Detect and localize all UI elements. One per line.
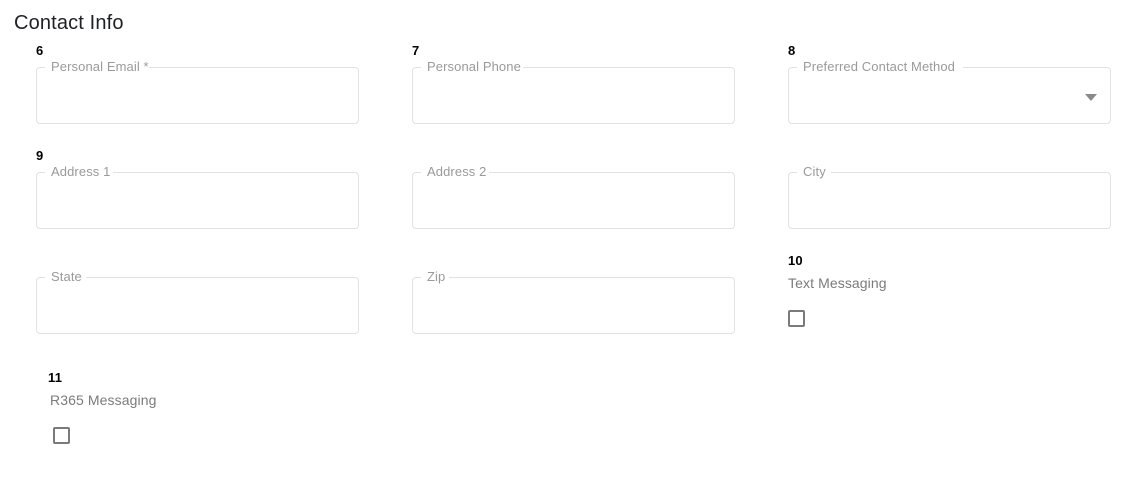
state-field[interactable]: State — [36, 269, 359, 334]
annotation-badge-6: 6 — [36, 43, 44, 58]
zip-field[interactable]: Zip — [412, 269, 735, 334]
page-title: Contact Info — [14, 12, 124, 34]
text-messaging-group: 10 Text Messaging — [788, 254, 1111, 327]
address-1-input[interactable] — [36, 172, 359, 229]
annotation-badge-9: 9 — [36, 148, 44, 163]
form-row-4: 11 R365 Messaging — [0, 359, 1147, 464]
r365-messaging-label: R365 Messaging — [50, 392, 157, 408]
address-2-input[interactable] — [412, 172, 735, 229]
r365-messaging-checkbox[interactable] — [53, 427, 70, 444]
annotation-badge-7: 7 — [412, 43, 420, 58]
annotation-badge-8: 8 — [788, 43, 796, 58]
personal-phone-field[interactable]: Personal Phone — [412, 59, 735, 124]
preferred-contact-method-field[interactable]: Preferred Contact Method — [788, 59, 1111, 124]
personal-email-input[interactable] — [36, 67, 359, 124]
annotation-badge-11: 11 — [48, 370, 63, 385]
address-2-field[interactable]: Address 2 — [412, 164, 735, 229]
state-input[interactable] — [36, 277, 359, 334]
form-row-1: 6 Personal Email * 7 Personal Phone 8 Pr… — [0, 44, 1147, 149]
contact-info-form: 6 Personal Email * 7 Personal Phone 8 Pr… — [0, 44, 1147, 464]
personal-email-field[interactable]: Personal Email * — [36, 59, 359, 124]
text-messaging-checkbox[interactable] — [788, 310, 805, 327]
personal-phone-input[interactable] — [412, 67, 735, 124]
form-row-2: 9 Address 1 Address 2 City — [0, 149, 1147, 254]
city-input[interactable] — [788, 172, 1111, 229]
r365-messaging-group: 11 R365 Messaging — [48, 371, 371, 444]
form-row-3: State Zip 10 Text Messaging — [0, 254, 1147, 359]
preferred-contact-method-input[interactable] — [788, 67, 1111, 124]
city-field[interactable]: City — [788, 164, 1111, 229]
zip-input[interactable] — [412, 277, 735, 334]
text-messaging-label: Text Messaging — [788, 275, 887, 291]
annotation-badge-10: 10 — [788, 253, 803, 268]
address-1-field[interactable]: Address 1 — [36, 164, 359, 229]
